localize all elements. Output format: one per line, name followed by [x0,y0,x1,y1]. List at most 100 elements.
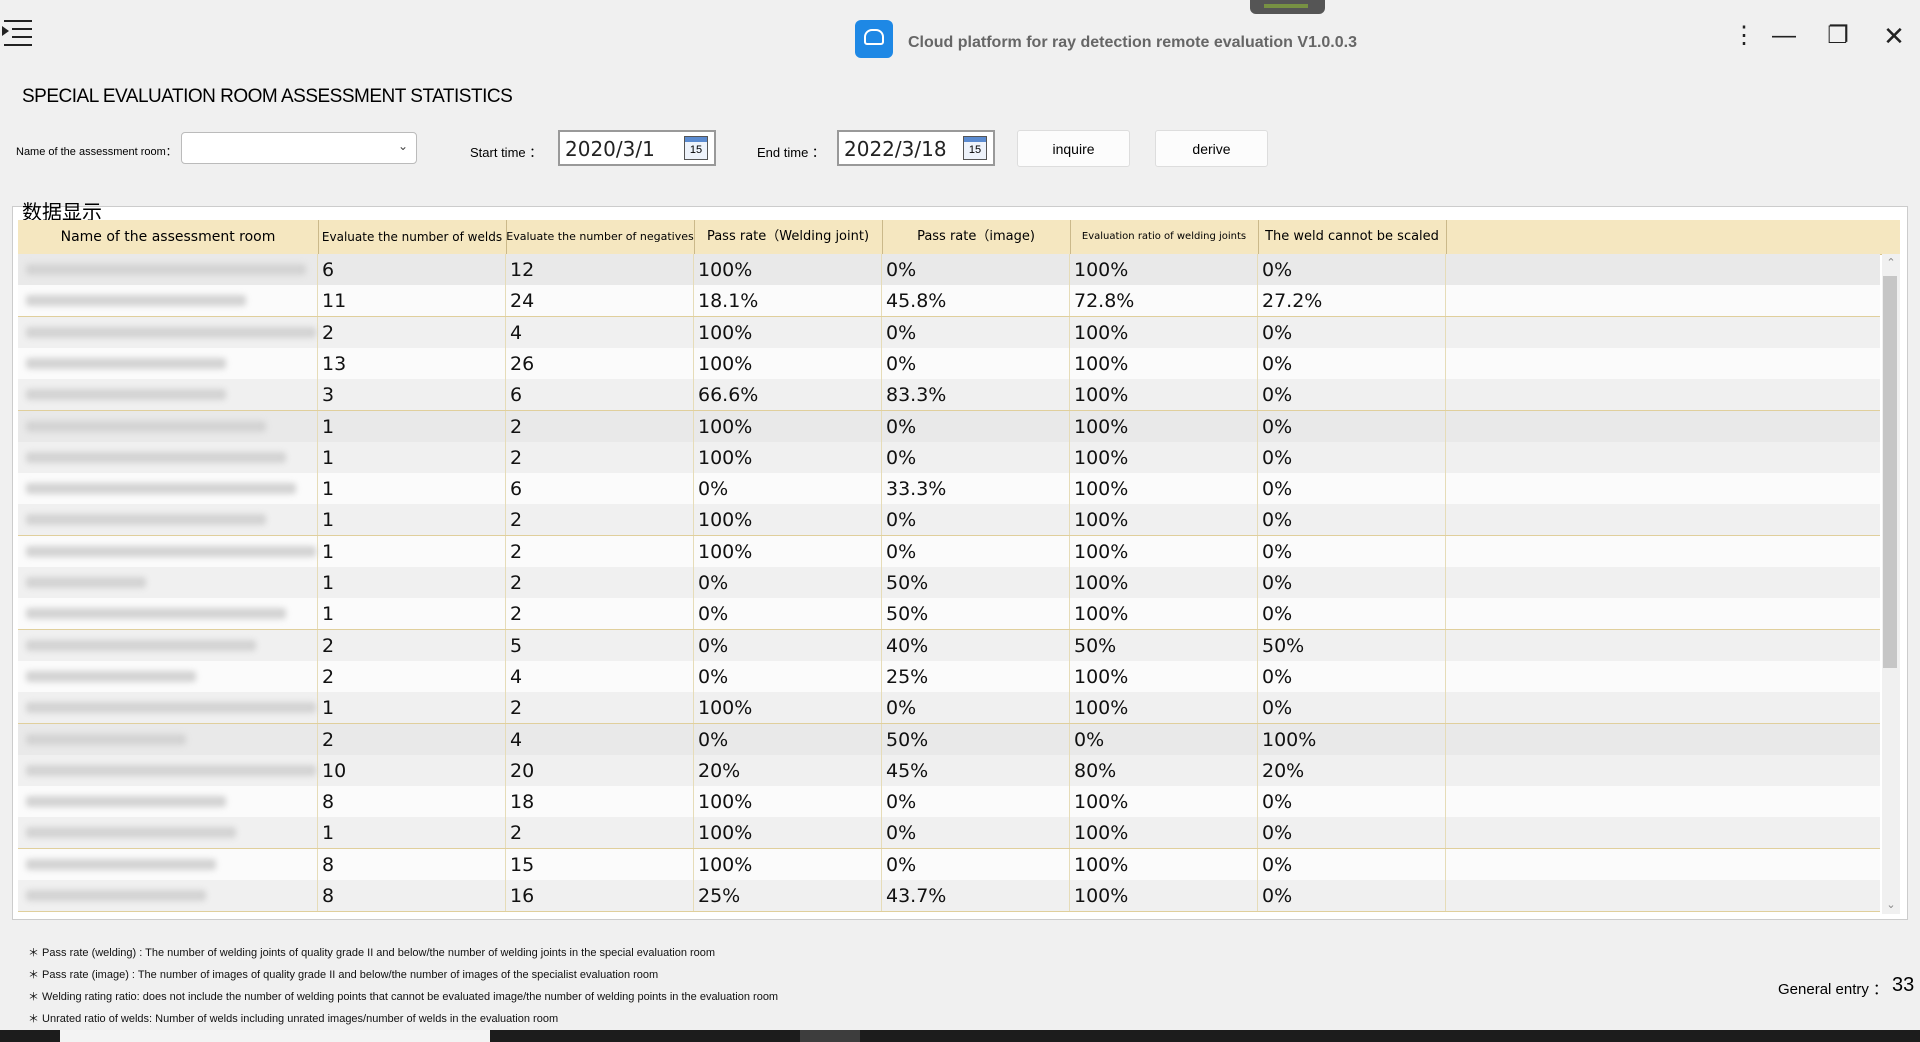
derive-button[interactable]: derive [1155,130,1268,167]
table-row[interactable]: 13 26 100% 0% 100% 0% [18,347,1880,380]
header-negatives[interactable]: Evaluate the number of negatives [506,220,695,254]
table-cell: 100% [694,254,882,285]
table-cell: 0% [882,692,1070,724]
table-cell: 1 [318,410,506,442]
table-cell: 16 [506,880,694,911]
general-entry-label: General entry ： [1778,981,1889,998]
table-row[interactable]: 1 2 100% 0% 100% 0% [18,441,1880,474]
note-unrated-ratio: ＊ Unrated ratio of welds: Number of weld… [28,1013,559,1025]
close-icon[interactable]: ✕ [1874,20,1914,52]
header-room-name[interactable]: Name of the assessment room [18,220,319,254]
table-cell: 100% [1070,817,1258,849]
redacted-room-name [26,670,196,682]
table-row[interactable]: 1 2 0% 50% 100% 0% [18,598,1880,631]
table-cell: 100% [1070,504,1258,536]
header-pass-rate-image[interactable]: Pass rate（image) [882,220,1071,254]
inquire-button[interactable]: inquire [1017,130,1130,167]
taskbar-search[interactable] [60,1030,490,1042]
start-date-input[interactable]: 2020/3/1 15 [558,130,716,166]
table-cell: 8 [318,848,506,880]
table-row[interactable]: 1 2 100% 0% 100% 0% [18,410,1880,443]
scroll-up-icon[interactable]: ⌃ [1882,254,1900,272]
table-cell: 100% [694,692,882,724]
table-cell: 2 [318,660,506,692]
table-cell: 10 [318,754,506,786]
table-row[interactable]: 6 12 100% 0% 100% 0% [18,254,1880,286]
table-row[interactable]: 3 6 66.6% 83.3% 100% 0% [18,379,1880,412]
note-pass-rate-welding: ＊ Pass rate (welding) : The number of we… [28,947,716,959]
cell-room-name [18,880,318,911]
table-cell: 50% [1070,629,1258,661]
cell-room-name [18,473,318,505]
table-row[interactable]: 1 2 100% 0% 100% 0% [18,535,1880,568]
table-cell: 13 [318,347,506,379]
redacted-room-name [26,451,286,463]
cell-room-name [18,567,318,598]
table-row[interactable]: 8 18 100% 0% 100% 0% [18,786,1880,819]
table-row[interactable]: 1 2 100% 0% 100% 0% [18,692,1880,725]
header-pass-rate-joint[interactable]: Pass rate（Welding joint) [694,220,883,254]
table-cell: 0% [1258,817,1446,849]
table-cell: 100% [694,848,882,880]
header-eval-ratio[interactable]: Evaluation ratio of welding joints [1070,220,1259,254]
scroll-thumb[interactable] [1883,276,1897,668]
taskbar-app[interactable] [800,1030,860,1042]
redacted-room-name [26,577,146,588]
redacted-room-name [26,608,286,620]
cell-room-name [18,504,318,536]
table-cell: 100% [1070,880,1258,911]
cell-room-name [18,629,318,661]
header-unscaled[interactable]: The weld cannot be scaled [1258,220,1447,254]
table-cell: 100% [1070,598,1258,630]
table-row[interactable]: 2 5 0% 40% 50% 50% [18,629,1880,662]
calendar-icon[interactable]: 15 [684,136,708,160]
table-cell: 0% [882,410,1070,442]
table-cell: 24 [506,285,694,317]
end-date-input[interactable]: 2022/3/18 15 [837,130,995,166]
table-cell: 6 [506,473,694,505]
cell-room-name [18,660,318,692]
table-row[interactable]: 1 2 100% 0% 100% 0% [18,504,1880,537]
table-cell: 20% [1258,754,1446,786]
table-row[interactable]: 1 2 100% 0% 100% 0% [18,817,1880,850]
table-cell: 0% [1258,254,1446,285]
table-row[interactable]: 1 6 0% 33.3% 100% 0% [18,473,1880,506]
minimize-icon[interactable]: — [1764,20,1804,52]
table-cell: 1 [318,817,506,849]
restore-icon[interactable]: ❐ [1818,20,1858,52]
table-row[interactable]: 10 20 20% 45% 80% 20% [18,754,1880,787]
table-cell: 45% [882,754,1070,786]
redacted-room-name [26,326,316,338]
redacted-room-name [26,639,256,651]
cell-room-name [18,410,318,442]
table-cell: 2 [318,316,506,348]
header-welds[interactable]: Evaluate the number of welds [318,220,507,254]
table-cell: 25% [694,880,882,911]
table-body: 6 12 100% 0% 100% 0% 11 24 18.1% 45.8% 72.8% 27.2% 2… [18,254,1880,914]
table-row[interactable]: 1 2 0% 50% 100% 0% [18,567,1880,599]
table-row[interactable]: 2 4 0% 50% 0% 100% [18,723,1880,756]
table-cell: 8 [318,880,506,911]
more-icon[interactable]: ⋮ [1724,20,1764,52]
table-row[interactable]: 2 4 0% 25% 100% 0% [18,660,1880,693]
table-cell: 2 [506,410,694,442]
calendar-icon[interactable]: 15 [963,136,987,160]
menu-icon[interactable] [0,16,34,48]
table-row[interactable]: 11 24 18.1% 45.8% 72.8% 27.2% [18,285,1880,318]
room-select[interactable]: ⌄ [181,132,417,164]
scroll-down-icon[interactable]: ⌄ [1882,896,1900,914]
table-cell: 6 [506,379,694,411]
table-row[interactable]: 8 16 25% 43.7% 100% 0% [18,880,1880,912]
note-pass-rate-image: ＊ Pass rate (image) : The number of imag… [28,969,659,981]
redacted-room-name [26,514,266,526]
cell-room-name [18,316,318,348]
table-row[interactable]: 2 4 100% 0% 100% 0% [18,316,1880,349]
cell-room-name [18,848,318,880]
table-cell: 0% [882,817,1070,849]
cell-room-name [18,692,318,724]
table-cell: 8 [318,786,506,818]
table-cell: 100% [694,410,882,442]
cell-room-name [18,535,318,567]
table-cell: 20 [506,754,694,786]
table-row[interactable]: 8 15 100% 0% 100% 0% [18,848,1880,881]
